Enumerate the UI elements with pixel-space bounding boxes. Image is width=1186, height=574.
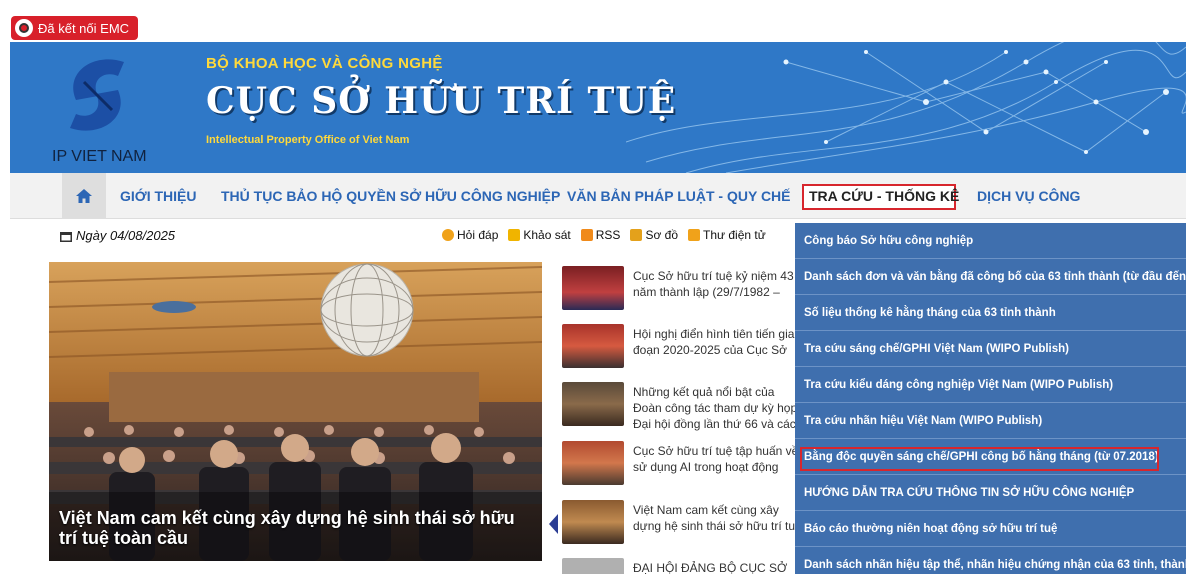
news-thumbnail [562,382,624,426]
news-title[interactable]: Những kết quả nổi bật của Đoàn công tác … [633,384,803,432]
dropdown-item-tra-cuu-sang-che[interactable]: Tra cứu sáng chế/GPHI Việt Nam (WIPO Pub… [795,331,1186,367]
faq-link[interactable]: Hỏi đáp [442,228,498,242]
news-item[interactable]: Việt Nam cam kết cùng xây dựng hệ sinh t… [562,500,802,546]
news-title[interactable]: Cục Sở hữu trí tuệ kỷ niệm 43 năm thành … [633,268,803,300]
dropdown-item-highlight-outline [800,447,1159,471]
rss-icon [580,229,593,241]
logo[interactable]: IP VIET NAM [10,42,168,173]
nav-item-gioi-thieu[interactable]: GIỚI THIỆU [120,188,197,204]
network-pattern-decoration [626,42,1186,173]
sitemap-icon [630,229,643,241]
nav-item-van-ban[interactable]: VĂN BẢN PHÁP LUẬT - QUY CHẾ [567,188,791,204]
dropdown-item-cong-bao[interactable]: Công báo Sở hữu công nghiệp [795,223,1186,259]
news-thumbnail [562,500,624,544]
nav-item-dich-vu-cong[interactable]: DỊCH VỤ CÔNG [977,188,1080,204]
date-text: Ngày 04/08/2025 [76,228,176,243]
news-item[interactable]: Những kết quả nổi bật của Đoàn công tác … [562,382,802,431]
nav-item-thu-tuc[interactable]: THỦ TỤC BẢO HỘ QUYỀN SỞ HỮU CÔNG NGHIỆP [221,188,560,204]
current-date: Ngày 04/08/2025 [60,228,175,243]
office-name-english: Intellectual Property Office of Viet Nam [206,134,410,146]
calendar-icon [60,231,72,242]
dropdown-item-bao-cao[interactable]: Báo cáo thường niên hoạt động sở hữu trí… [795,511,1186,547]
envelope-icon [688,229,700,241]
dropdown-item-so-lieu-thong-ke[interactable]: Số liệu thống kê hằng tháng của 63 tỉnh … [795,295,1186,331]
email-link[interactable]: Thư điện tử [688,228,766,242]
chat-icon [442,229,454,241]
news-thumbnail [562,441,624,485]
news-item[interactable]: Cục Sở hữu trí tuệ tập huấn về sử dụng A… [562,441,802,487]
tra-cuu-dropdown-menu: Công báo Sở hữu công nghiệp Danh sách đơ… [795,223,1186,574]
emc-icon [15,19,33,37]
checkbox-icon [508,229,521,241]
emc-badge-label: Đã kết nối EMC [38,20,130,36]
page: Đã kết nối EMC IP VIET NAM BỘ KHOA HỌC V… [0,0,1186,574]
news-title[interactable]: Cục Sở hữu trí tuệ tập huấn về sử dụng A… [633,443,803,475]
news-item[interactable]: Hội nghị điển hình tiên tiến giai đoạn 2… [562,324,802,370]
dropdown-item-nhan-hieu-tap-the[interactable]: Danh sách nhãn hiệu tập thể, nhãn hiệu c… [795,547,1186,574]
main-nav: GIỚI THIỆU THỦ TỤC BẢO HỘ QUYỀN SỞ HỮU C… [10,173,1186,219]
header-banner: IP VIET NAM BỘ KHOA HỌC VÀ CÔNG NGHỆ CỤC… [10,42,1186,173]
news-thumbnail [562,266,624,310]
home-button[interactable] [62,173,106,219]
date-bar: Ngày 04/08/2025 Hỏi đáp Khảo sát RSS Sơ … [50,226,800,246]
ip-vietnam-logo-icon [70,59,124,131]
utility-links: Hỏi đáp Khảo sát RSS Sơ đồ Thư điện tử [442,228,766,242]
emc-connected-badge[interactable]: Đã kết nối EMC [11,16,139,40]
news-item[interactable]: Cục Sở hữu trí tuệ kỷ niệm 43 năm thành … [562,266,802,312]
rss-link[interactable]: RSS [580,228,620,242]
news-thumbnail [562,324,624,368]
news-thumbnail [562,558,624,574]
news-item[interactable]: ĐẠI HỘI ĐẢNG BỘ CỤC SỞ HỮU TRÍ TUỆ [562,558,802,574]
news-title[interactable]: Việt Nam cam kết cùng xây dựng hệ sinh t… [633,502,803,534]
featured-news-caption[interactable]: Việt Nam cam kết cùng xây dựng hệ sinh t… [59,508,529,548]
news-title[interactable]: ĐẠI HỘI ĐẢNG BỘ CỤC SỞ HỮU TRÍ TUỆ [633,560,802,574]
home-icon [76,189,92,203]
featured-news-image[interactable]: Việt Nam cam kết cùng xây dựng hệ sinh t… [49,262,542,561]
nav-item-tra-cuu[interactable]: TRA CỨU - THỐNG KÊ [809,188,959,204]
carousel-prev-arrow-icon[interactable] [549,514,558,534]
dropdown-item-tra-cuu-kieu-dang[interactable]: Tra cứu kiểu dáng công nghiệp Việt Nam (… [795,367,1186,403]
sitemap-link[interactable]: Sơ đồ [630,228,678,242]
survey-link[interactable]: Khảo sát [508,228,571,242]
news-title[interactable]: Hội nghị điển hình tiên tiến giai đoạn 2… [633,326,803,358]
logo-text: IP VIET NAM [52,148,147,165]
office-name: CỤC SỞ HỮU TRÍ TUỆ [206,80,677,122]
dropdown-item-danh-sach-don[interactable]: Danh sách đơn và văn bằng đã công bố của… [795,259,1186,295]
dropdown-item-huong-dan[interactable]: HƯỚNG DẪN TRA CỨU THÔNG TIN SỞ HỮU CÔNG … [795,475,1186,511]
dropdown-item-tra-cuu-nhan-hieu[interactable]: Tra cứu nhãn hiệu Việt Nam (WIPO Publish… [795,403,1186,439]
ministry-name: BỘ KHOA HỌC VÀ CÔNG NGHỆ [206,55,443,72]
